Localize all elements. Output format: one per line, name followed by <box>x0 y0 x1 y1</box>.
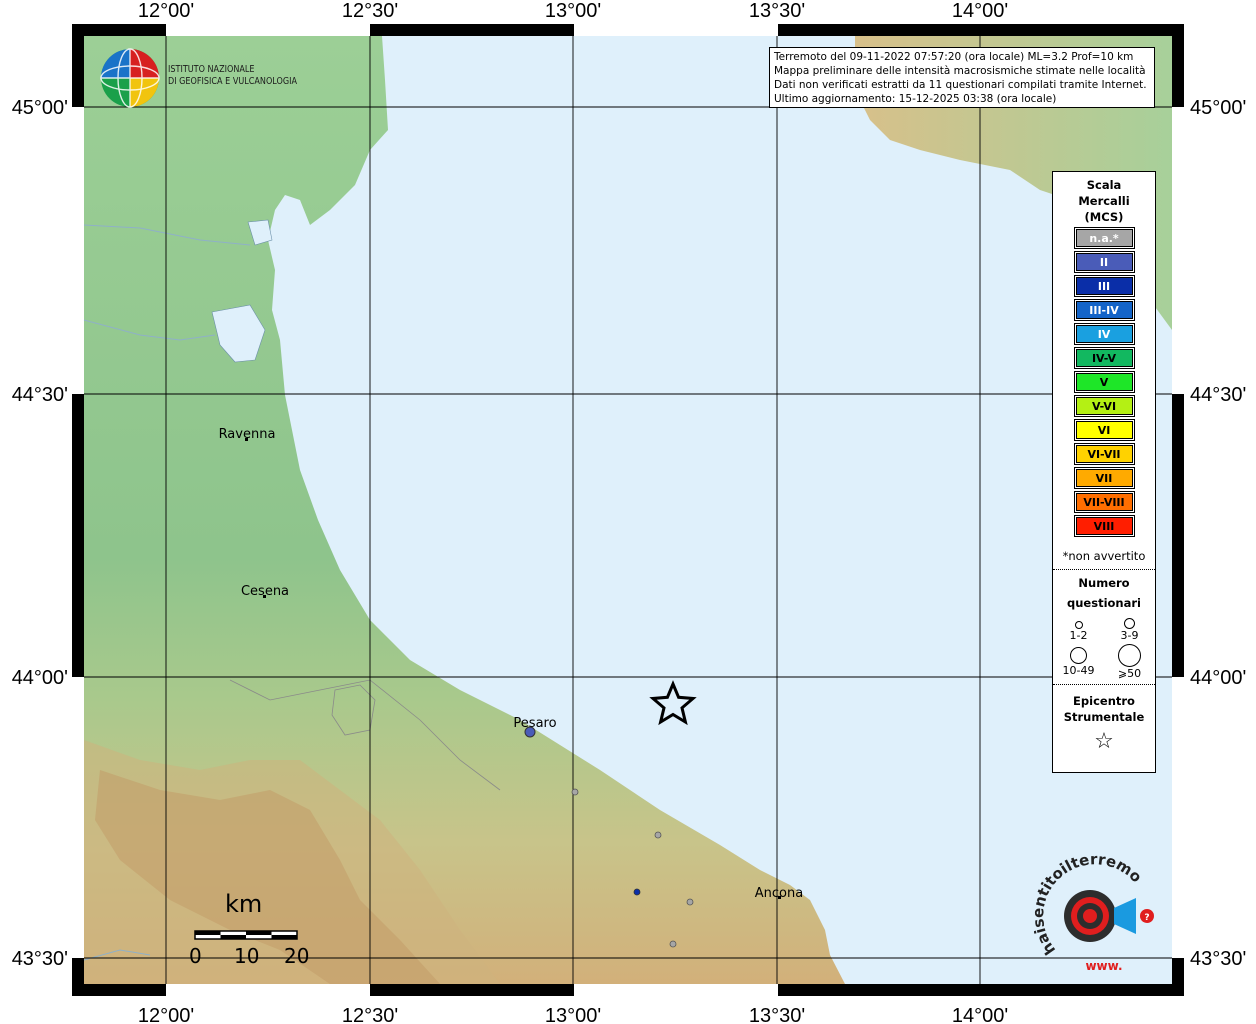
mcs-level-swatch: n.a.* <box>1073 227 1135 249</box>
scale-label: 0 <box>189 944 202 968</box>
lat-tick-right: 44°00' <box>1190 667 1246 689</box>
size-circle-icon <box>1070 647 1087 664</box>
city-cesena: Cesena <box>241 584 289 599</box>
legend-divider <box>1053 684 1155 685</box>
mcs-legend: Scala Mercalli (MCS) n.a.* II III III-IV IV I… <box>1052 171 1156 773</box>
city-label-pesaro: Pesaro <box>513 716 556 731</box>
questionnaires-title: Numero <box>1078 576 1130 590</box>
epicenter-title: Strumentale <box>1063 710 1145 724</box>
lat-tick-left: 43°30' <box>12 948 68 970</box>
intensity-point <box>669 940 677 948</box>
lon-tick-top: 13°30' <box>749 0 805 22</box>
lat-tick-left: 45°00' <box>12 97 68 119</box>
city-label-ravenna: Ravenna <box>219 427 276 442</box>
legend-title: Scala <box>1086 178 1122 192</box>
svg-text:?: ? <box>1144 913 1149 923</box>
intensity-point <box>686 898 694 906</box>
hai-sentito-logo-icon: ? haisentitoilterremoto.it www. <box>1029 838 1154 973</box>
lon-tick-top: 14°00' <box>952 0 1008 22</box>
ingv-name-line1: ISTITUTO NAZIONALE <box>168 64 255 75</box>
city-ancona: Ancona <box>755 886 803 901</box>
intensity-point <box>571 788 579 796</box>
ingv-name-line2: DI GEOFISICA E VULCANOLOGIA <box>168 76 298 87</box>
size-key-item: ⩾50 <box>1104 644 1155 680</box>
intensity-point <box>524 726 536 738</box>
mcs-scale-list: n.a.* II III III-IV IV IV-V V V-VI VI VI-VII VII VI… <box>1053 227 1155 537</box>
city-ravenna: Ravenna <box>219 427 276 442</box>
lat-tick-right: 43°30' <box>1190 948 1246 970</box>
size-key-item: 1-2 <box>1053 617 1104 642</box>
info-line: Mappa preliminare delle intensità macros… <box>774 65 1146 77</box>
hst-www: www. <box>1085 959 1122 973</box>
legend-title: (MCS) <box>1084 210 1124 224</box>
questionnaires-title: questionari <box>1067 596 1141 610</box>
ingv-globe-icon <box>100 48 160 108</box>
size-circle-icon <box>1118 644 1141 667</box>
lon-tick-bottom: 14°00' <box>952 1005 1008 1024</box>
city-pesaro: Pesaro <box>513 716 556 731</box>
mcs-level-swatch: II <box>1073 251 1135 273</box>
mcs-level-swatch: V <box>1073 371 1135 393</box>
legend-note: *non avvertito <box>1062 549 1146 563</box>
mcs-level-swatch: VII <box>1073 467 1135 489</box>
hai-sentito-logo[interactable]: ? haisentitoilterremoto.it www. <box>1029 838 1166 978</box>
mcs-level-swatch: IV-V <box>1073 347 1135 369</box>
size-key-item: 3-9 <box>1104 617 1155 642</box>
mcs-level-swatch: VII-VIII <box>1073 491 1135 513</box>
size-label: 10-49 <box>1062 664 1095 677</box>
mcs-level-swatch: III <box>1073 275 1135 297</box>
mcs-level-swatch: V-VI <box>1073 395 1135 417</box>
mcs-level-swatch: VI <box>1073 419 1135 441</box>
info-line: Dati non verificati estratti da 11 quest… <box>774 79 1147 91</box>
epicenter-title: Epicentro <box>1073 694 1135 708</box>
intensity-point <box>633 888 641 896</box>
lon-tick-bottom: 13°00' <box>545 1005 601 1024</box>
scale-bar: km 0 10 20 <box>186 888 316 972</box>
intensity-point <box>654 831 662 839</box>
scale-unit: km <box>225 890 263 918</box>
size-label: 3-9 <box>1120 629 1139 642</box>
scale-label: 20 <box>284 944 310 968</box>
lat-tick-left: 44°30' <box>12 384 68 406</box>
size-label: ⩾50 <box>1117 667 1142 680</box>
questionnaire-size-key: 1-2 3-9 10-49 ⩾50 <box>1053 617 1155 680</box>
ingv-name: ISTITUTO NAZIONALE DI GEOFISICA E VULCAN… <box>168 64 297 88</box>
legend-divider <box>1053 569 1155 570</box>
lon-tick-bottom: 12°00' <box>138 1005 194 1024</box>
size-key-item: 10-49 <box>1053 644 1104 680</box>
mcs-level-swatch: III-IV <box>1073 299 1135 321</box>
lat-tick-right: 45°00' <box>1190 97 1246 119</box>
info-line: Ultimo aggiornamento: 15-12-2025 03:38 (… <box>774 93 1057 105</box>
lat-tick-left: 44°00' <box>12 667 68 689</box>
scale-bar-graphic <box>194 930 298 940</box>
lon-tick-top: 12°30' <box>342 0 398 22</box>
lat-tick-right: 44°30' <box>1190 384 1246 406</box>
size-label: 1-2 <box>1069 629 1088 642</box>
city-label-cesena: Cesena <box>241 584 289 599</box>
mcs-level-swatch: VI-VII <box>1073 443 1135 465</box>
earthquake-info-box: Terremoto del 09-11-2022 07:57:20 (ora l… <box>769 47 1155 108</box>
legend-title: Mercalli <box>1078 194 1130 208</box>
info-line: Terremoto del 09-11-2022 07:57:20 (ora l… <box>774 51 1134 63</box>
epicenter-star-icon: ☆ <box>1094 729 1114 754</box>
city-label-ancona: Ancona <box>755 886 803 901</box>
mcs-level-swatch: VIII <box>1073 515 1135 537</box>
size-circle-icon <box>1124 618 1135 629</box>
scale-label: 10 <box>234 944 260 968</box>
lon-tick-top: 13°00' <box>545 0 601 22</box>
mcs-level-swatch: IV <box>1073 323 1135 345</box>
lon-tick-top: 12°00' <box>138 0 194 22</box>
lon-tick-bottom: 12°30' <box>342 1005 398 1024</box>
size-circle-icon <box>1074 621 1083 629</box>
ingv-logo: ISTITUTO NAZIONALE DI GEOFISICA E VULCAN… <box>100 46 340 110</box>
lon-tick-bottom: 13°30' <box>749 1005 805 1024</box>
